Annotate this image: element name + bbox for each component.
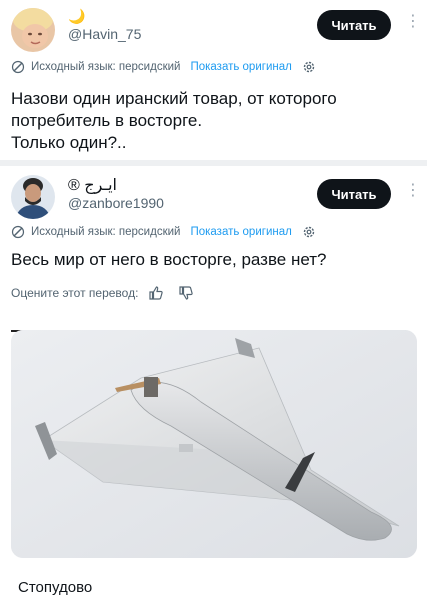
avatar[interactable] xyxy=(11,175,55,219)
rate-translation-label: Оцените этот перевод: xyxy=(11,286,139,300)
more-icon[interactable]: ⋮ xyxy=(405,183,421,200)
display-name: ® ایـرج xyxy=(68,177,117,194)
user-handle[interactable]: @Havin_75 xyxy=(68,26,141,42)
thumbs-down-icon[interactable] xyxy=(178,285,194,301)
post-separator xyxy=(0,160,427,166)
tweet-text-line: Только один?.. xyxy=(11,133,127,152)
more-icon[interactable]: ⋮ xyxy=(405,14,421,31)
show-original-link[interactable]: Показать оригинал xyxy=(190,61,291,73)
translate-icon xyxy=(11,60,25,74)
tweet-2: ® ایـرج @zanbore1990 Читать ⋮ Исходный я… xyxy=(0,167,427,317)
translation-bar: Исходный язык: персидский Показать ориги… xyxy=(11,223,316,241)
show-original-link[interactable]: Показать оригинал xyxy=(190,226,291,238)
drone-photo[interactable] xyxy=(11,330,417,558)
source-language-label: Исходный язык: персидский xyxy=(31,226,181,238)
meme-caption: Стопудово xyxy=(18,579,93,596)
rate-translation: Оцените этот перевод: xyxy=(11,285,194,301)
thumbs-up-icon[interactable] xyxy=(148,285,164,301)
translate-icon xyxy=(11,225,25,239)
follow-button[interactable]: Читать xyxy=(317,179,391,209)
tweet-text-line: Назови один иранский товар, от которого xyxy=(11,89,337,108)
source-language-label: Исходный язык: персидский xyxy=(31,61,181,73)
gear-icon[interactable] xyxy=(302,60,316,74)
tweet-text: Назови один иранский товар, от которого … xyxy=(11,88,411,154)
tweet-1: 🌙 @Havin_75 Читать ⋮ Исходный язык: перс… xyxy=(0,0,427,160)
avatar[interactable] xyxy=(11,8,55,52)
gear-icon[interactable] xyxy=(302,225,316,239)
tweet-text-line: потребитель в восторге. xyxy=(11,111,203,130)
tweet-text: Весь мир от него в восторге, разве нет? xyxy=(11,250,327,269)
follow-button[interactable]: Читать xyxy=(317,10,391,40)
display-name-emoji: 🌙 xyxy=(68,8,86,24)
translation-bar: Исходный язык: персидский Показать ориги… xyxy=(11,58,316,76)
user-handle[interactable]: @zanbore1990 xyxy=(68,195,164,211)
